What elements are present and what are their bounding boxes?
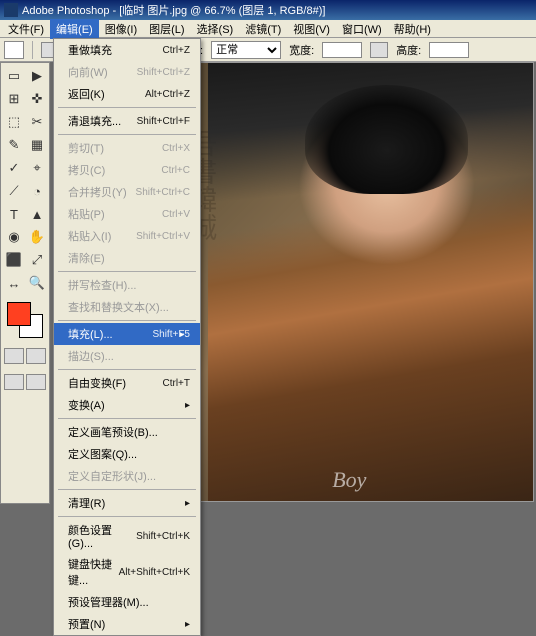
menu-separator <box>58 320 196 321</box>
tool-9[interactable]: ⌖ <box>26 157 48 179</box>
color-swatches <box>7 302 43 338</box>
portrait-figure <box>208 63 533 501</box>
edit-menu-item-26[interactable]: 清理(R)▸ <box>54 492 200 514</box>
menu-item-5[interactable]: 滤镜(T) <box>239 19 287 39</box>
menu-bar: 文件(F)编辑(E)图像(I)图层(L)选择(S)滤镜(T)视图(V)窗口(W)… <box>0 20 536 38</box>
tool-4[interactable]: ⬚ <box>3 111 25 133</box>
color-section <box>3 302 47 390</box>
edit-menu-item-22[interactable]: 定义画笔预设(B)... <box>54 421 200 443</box>
mode-icon-2[interactable] <box>26 374 46 390</box>
edit-menu-item-1: 向前(W)Shift+Ctrl+Z <box>54 61 200 83</box>
menu-item-0[interactable]: 文件(F) <box>2 19 50 39</box>
edit-menu-item-13: 拼写检查(H)... <box>54 274 200 296</box>
edit-menu-item-19[interactable]: 自由变换(F)Ctrl+T <box>54 372 200 394</box>
menu-item-4[interactable]: 选择(S) <box>191 19 240 39</box>
tool-1[interactable]: ▶ <box>26 65 48 87</box>
tool-5[interactable]: ✂ <box>26 111 48 133</box>
tool-19[interactable]: 🔍 <box>26 272 48 294</box>
tool-13[interactable]: ▲ <box>26 203 48 225</box>
edit-menu-item-23[interactable]: 定义图案(Q)... <box>54 443 200 465</box>
height-label: 高度: <box>396 42 421 58</box>
menu-separator <box>58 369 196 370</box>
menu-separator <box>58 107 196 108</box>
tool-14[interactable]: ◉ <box>3 226 25 248</box>
tool-10[interactable]: ⟋ <box>3 180 25 202</box>
tool-2[interactable]: ⊞ <box>3 88 25 110</box>
edit-menu-item-0[interactable]: 重做填充Ctrl+Z <box>54 39 200 61</box>
menu-item-2[interactable]: 图像(I) <box>99 19 143 39</box>
window-titlebar: Adobe Photoshop - [临时 图片.jpg @ 66.7% (图层… <box>0 0 536 20</box>
edit-menu-item-2[interactable]: 返回(K)Alt+Ctrl+Z <box>54 83 200 105</box>
tool-0[interactable]: ▭ <box>3 65 25 87</box>
edit-menu-item-16[interactable]: 填充(L)...▸Shift+F5 <box>54 323 200 345</box>
tool-7[interactable]: ▦ <box>26 134 48 156</box>
tool-15[interactable]: ✋ <box>26 226 48 248</box>
separator <box>32 41 33 59</box>
edit-menu-item-17: 描边(S)... <box>54 345 200 367</box>
edit-menu-item-11: 清除(E) <box>54 247 200 269</box>
edit-menu-dropdown: 重做填充Ctrl+Z向前(W)Shift+Ctrl+Z返回(K)Alt+Ctrl… <box>53 38 201 636</box>
edit-menu-item-10: 粘贴入(I)Shift+Ctrl+V <box>54 225 200 247</box>
tool-16[interactable]: ⬛ <box>3 249 25 271</box>
title-text: Adobe Photoshop - [临时 图片.jpg @ 66.7% (图层… <box>22 2 325 18</box>
width-input[interactable] <box>322 42 362 58</box>
edit-menu-item-31[interactable]: 预置(N)▸ <box>54 613 200 635</box>
tool-12[interactable]: T <box>3 203 25 225</box>
edit-menu-item-14: 查找和替换文本(X)... <box>54 296 200 318</box>
style-select[interactable]: 正常 <box>211 41 281 59</box>
swap-icon[interactable] <box>370 42 388 58</box>
tool-17[interactable]: ⤢ <box>26 249 48 271</box>
tool-preset-swatch[interactable] <box>4 41 24 59</box>
menu-separator <box>58 134 196 135</box>
edit-menu-item-28[interactable]: 颜色设置(G)...Shift+Ctrl+K <box>54 519 200 553</box>
foreground-color[interactable] <box>7 302 31 326</box>
watermark-text: Boy <box>332 467 366 493</box>
menu-separator <box>58 271 196 272</box>
menu-item-1[interactable]: 编辑(E) <box>50 19 99 39</box>
screenmode-icon[interactable] <box>26 348 46 364</box>
app-icon <box>4 3 18 17</box>
tool-11[interactable]: ◔ <box>26 180 48 202</box>
menu-item-3[interactable]: 图层(L) <box>143 19 190 39</box>
menu-separator <box>58 516 196 517</box>
menu-item-6[interactable]: 视图(V) <box>287 19 336 39</box>
edit-menu-item-24: 定义自定形状(J)... <box>54 465 200 487</box>
edit-menu-item-9: 粘贴(P)Ctrl+V <box>54 203 200 225</box>
tool-8[interactable]: ✓ <box>3 157 25 179</box>
menu-separator <box>58 418 196 419</box>
edit-menu-item-8: 合并拷贝(Y)Shift+Ctrl+C <box>54 181 200 203</box>
mode-icon-1[interactable] <box>4 374 24 390</box>
quickmask-icon[interactable] <box>4 348 24 364</box>
tool-6[interactable]: ✎ <box>3 134 25 156</box>
edit-menu-item-4[interactable]: 清退填充...Shift+Ctrl+F <box>54 110 200 132</box>
menu-item-8[interactable]: 帮助(H) <box>388 19 437 39</box>
menu-separator <box>58 489 196 490</box>
height-input[interactable] <box>429 42 469 58</box>
tool-18[interactable]: ↔ <box>3 272 25 294</box>
edit-menu-item-6: 剪切(T)Ctrl+X <box>54 137 200 159</box>
edit-menu-item-30[interactable]: 预设管理器(M)... <box>54 591 200 613</box>
toolbox: ▭▶⊞✜⬚✂✎▦✓⌖⟋◔T▲◉✋⬛⤢↔🔍 <box>0 62 50 504</box>
width-label: 宽度: <box>289 42 314 58</box>
edit-menu-item-29[interactable]: 键盘快捷键...Alt+Shift+Ctrl+K <box>54 553 200 591</box>
edit-menu-item-20[interactable]: 变换(A)▸ <box>54 394 200 416</box>
menu-item-7[interactable]: 窗口(W) <box>336 19 388 39</box>
edit-menu-item-7: 拷贝(C)Ctrl+C <box>54 159 200 181</box>
tool-3[interactable]: ✜ <box>26 88 48 110</box>
